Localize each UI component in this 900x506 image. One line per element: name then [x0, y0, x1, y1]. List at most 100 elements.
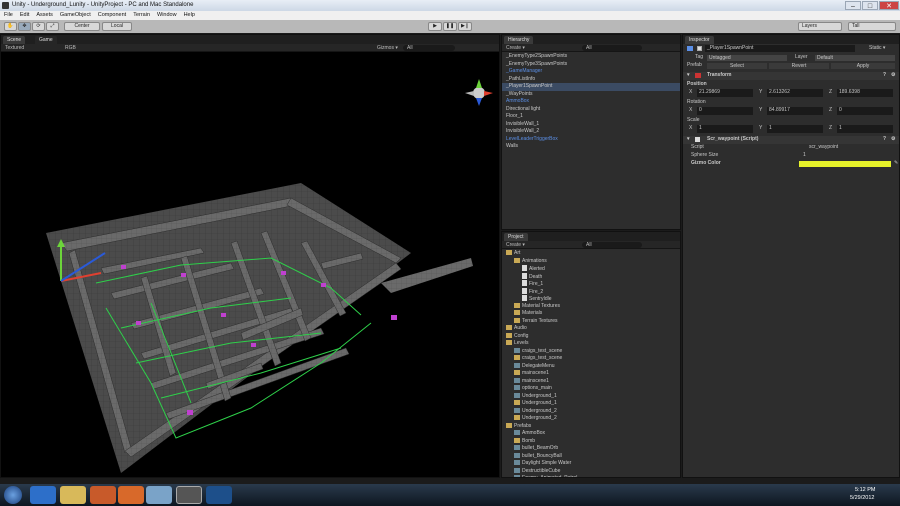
transform-header[interactable]: Transform: [707, 72, 731, 80]
gizmo-color-swatch[interactable]: [799, 161, 891, 167]
tab-hierarchy[interactable]: Hierarchy: [504, 36, 534, 44]
eyedropper-icon[interactable]: ✎: [894, 160, 898, 168]
step-button[interactable]: ▶❙: [458, 22, 472, 31]
clock-time[interactable]: 5:12 PM: [855, 487, 875, 493]
scl-x-field[interactable]: 1: [697, 125, 753, 133]
menu-window[interactable]: Window: [157, 11, 177, 20]
project-item[interactable]: SentryIdle: [502, 295, 680, 303]
tag-dropdown[interactable]: Untagged: [707, 55, 787, 61]
project-item[interactable]: Config: [502, 332, 680, 341]
pos-z-field[interactable]: 189.6398: [837, 89, 893, 97]
menu-help[interactable]: Help: [184, 11, 195, 20]
project-item[interactable]: mainscene1: [502, 370, 680, 378]
rot-x-field[interactable]: 0: [697, 107, 753, 115]
hierarchy-item[interactable]: Directional light: [502, 106, 680, 114]
project-item[interactable]: craigs_test_scene: [502, 355, 680, 363]
prefab-apply-button[interactable]: Apply: [831, 63, 895, 69]
photoshop-icon[interactable]: [206, 486, 232, 504]
project-search-input[interactable]: All: [582, 242, 642, 248]
tab-project[interactable]: Project: [504, 233, 528, 241]
move-tool-icon[interactable]: ✥: [18, 22, 31, 31]
hierarchy-search-input[interactable]: All: [582, 45, 642, 51]
help-icon[interactable]: ?: [883, 136, 886, 144]
project-item[interactable]: Animations: [502, 257, 680, 266]
clock-date[interactable]: 5/29/2012: [850, 495, 874, 501]
project-item[interactable]: mainscene1: [502, 377, 680, 386]
hierarchy-item[interactable]: AmmoBox: [502, 98, 680, 106]
play-button[interactable]: ▶: [428, 22, 442, 31]
rotate-tool-icon[interactable]: ⟳: [32, 22, 45, 31]
project-item[interactable]: DestructibleCube: [502, 467, 680, 476]
app-icon[interactable]: [146, 486, 172, 504]
minimize-button[interactable]: –: [845, 1, 861, 10]
scale-tool-icon[interactable]: ⤢: [46, 22, 59, 31]
maze-viewport[interactable]: [1, 53, 499, 477]
project-item[interactable]: Death: [502, 272, 680, 281]
project-item[interactable]: Levels: [502, 340, 680, 348]
hierarchy-item[interactable]: Walls: [502, 143, 680, 151]
project-item[interactable]: Underground_1: [502, 400, 680, 408]
project-item[interactable]: Enemy_Animated_Patrol: [502, 475, 680, 477]
tab-scene[interactable]: Scene: [3, 36, 26, 44]
explorer-icon[interactable]: [60, 486, 86, 504]
prefab-revert-button[interactable]: Revert: [769, 63, 829, 69]
project-item[interactable]: Art: [502, 250, 680, 258]
menu-terrain[interactable]: Terrain: [133, 11, 150, 20]
foldout-arrow-icon[interactable]: ▾: [687, 72, 690, 80]
menu-assets[interactable]: Assets: [36, 11, 53, 20]
unity-taskbar-icon[interactable]: [176, 486, 202, 504]
project-item[interactable]: Bomb: [502, 437, 680, 446]
hierarchy-item[interactable]: _EnemyType3SpawnPoints: [502, 61, 680, 69]
hierarchy-item[interactable]: Floor_1: [502, 113, 680, 121]
project-create-dropdown[interactable]: Create ▾: [506, 241, 525, 249]
project-item[interactable]: Material Textures: [502, 302, 680, 311]
project-item[interactable]: Materials: [502, 310, 680, 318]
render-mode-dropdown[interactable]: Textured: [5, 44, 24, 52]
menu-edit[interactable]: Edit: [20, 11, 29, 20]
pause-button[interactable]: ❚❚: [443, 22, 457, 31]
close-button[interactable]: ✕: [879, 1, 899, 10]
scl-y-field[interactable]: 1: [767, 125, 823, 133]
static-checkbox[interactable]: Static ▾: [869, 45, 885, 53]
gear-icon[interactable]: ⚙: [891, 72, 895, 80]
foldout-arrow-icon[interactable]: ▾: [687, 136, 690, 144]
project-item[interactable]: craigs_test_scene: [502, 347, 680, 356]
project-item[interactable]: DelegateMenu: [502, 362, 680, 371]
project-item[interactable]: bullet_BouncyBall: [502, 452, 680, 461]
hierarchy-item[interactable]: InvisibleWall_1: [502, 121, 680, 129]
project-item[interactable]: bullet_BeamOrb: [502, 445, 680, 453]
project-item[interactable]: Underground_2: [502, 407, 680, 416]
active-checkbox[interactable]: [697, 46, 702, 51]
hierarchy-item[interactable]: _GameManager: [502, 68, 680, 76]
ie-icon[interactable]: [30, 486, 56, 504]
project-item[interactable]: Fire_2: [502, 287, 680, 296]
project-item[interactable]: Terrain Textures: [502, 317, 680, 326]
tab-game[interactable]: Game: [35, 36, 57, 44]
script-component-header[interactable]: Scr_waypoint (Script): [707, 136, 758, 144]
menu-file[interactable]: File: [4, 11, 13, 20]
pos-x-field[interactable]: 21.29869: [697, 89, 753, 97]
project-item[interactable]: Prefabs: [502, 422, 680, 431]
orientation-gizmo-icon[interactable]: [465, 79, 493, 106]
layer-dropdown[interactable]: Default: [815, 55, 895, 61]
hierarchy-item[interactable]: LevelLeaderTriggerBox: [502, 136, 680, 144]
rot-z-field[interactable]: 0: [837, 107, 893, 115]
object-name-field[interactable]: _Player1SpawnPoint: [705, 45, 855, 52]
help-icon[interactable]: ?: [883, 72, 886, 80]
layers-dropdown[interactable]: Layers: [798, 22, 842, 31]
project-item[interactable]: Alerted: [502, 265, 680, 273]
start-button[interactable]: [4, 486, 22, 504]
project-item[interactable]: Fire_1: [502, 280, 680, 288]
hierarchy-item[interactable]: _EnemyType2SpawnPoints: [502, 53, 680, 61]
hand-tool-icon[interactable]: ✋: [4, 22, 17, 31]
rot-y-field[interactable]: 84.89917: [767, 107, 823, 115]
menu-gameobject[interactable]: GameObject: [60, 11, 91, 20]
media-player-icon[interactable]: [90, 486, 116, 504]
firefox-icon[interactable]: [118, 486, 144, 504]
project-item[interactable]: Underground_1: [502, 392, 680, 401]
gizmos-dropdown[interactable]: Gizmos ▾: [377, 44, 398, 52]
hierarchy-item[interactable]: _Player1SpawnPoint: [502, 83, 680, 91]
layout-dropdown[interactable]: Tall: [848, 22, 896, 31]
color-mode-dropdown[interactable]: RGB: [65, 44, 76, 52]
scl-z-field[interactable]: 1: [837, 125, 893, 133]
